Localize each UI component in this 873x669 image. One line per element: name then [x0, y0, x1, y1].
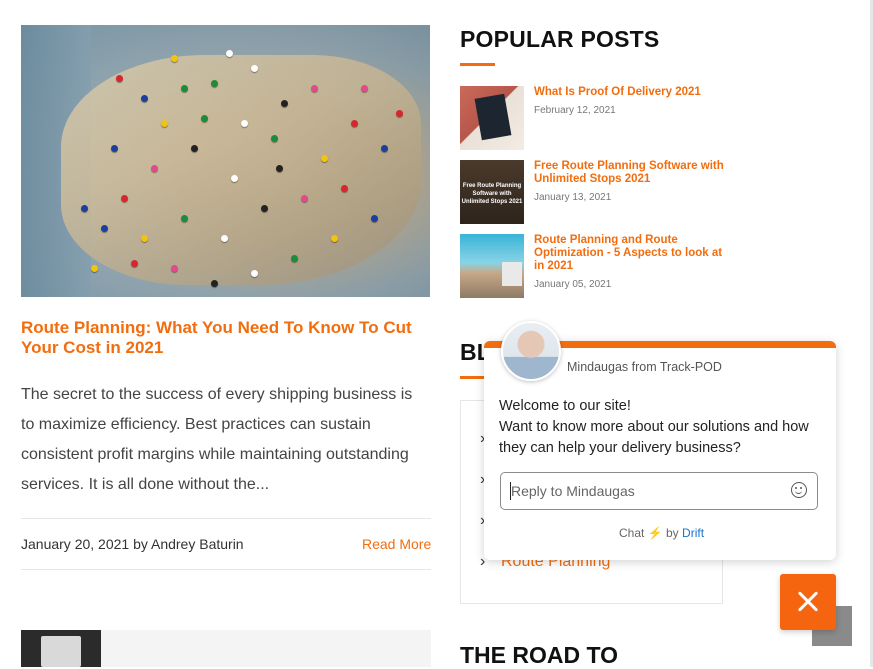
heading-accent	[460, 63, 495, 66]
map-pin	[371, 215, 378, 222]
map-pin	[271, 135, 278, 142]
map-pin	[181, 215, 188, 222]
popular-post-date: January 05, 2021	[534, 279, 612, 290]
map-pin	[116, 75, 123, 82]
map-pin	[291, 255, 298, 262]
chat-message: Welcome to our site! Want to know more a…	[499, 398, 809, 456]
popular-post-title[interactable]: Route Planning and Route Optimization - …	[534, 234, 729, 273]
powered-by[interactable]: Chat ⚡ by Drift	[619, 526, 704, 540]
post-title-link[interactable]: Route Planning: What You Need To Know To…	[21, 318, 421, 358]
map-pin	[171, 265, 178, 272]
map-pin	[181, 85, 188, 92]
map-pin	[131, 260, 138, 267]
map-pin	[81, 205, 88, 212]
post-meta: January 20, 2021 by Andrey Baturin	[21, 536, 244, 552]
map-pin	[191, 145, 198, 152]
map-pin	[231, 175, 238, 182]
popular-post-thumb[interactable]	[460, 86, 524, 150]
map-pin	[311, 85, 318, 92]
map-pin	[241, 120, 248, 127]
popular-post-date: February 12, 2021	[534, 105, 616, 116]
map-pin	[251, 270, 258, 277]
post-excerpt: The secret to the success of every shipp…	[21, 386, 413, 493]
popular-post-thumb[interactable]: Free Route Planning Software with Unlimi…	[460, 160, 524, 224]
map-pin	[171, 55, 178, 62]
divider	[21, 518, 431, 519]
popular-post-title[interactable]: Free Route Planning Software with Unlimi…	[534, 160, 729, 186]
map-pin	[251, 65, 258, 72]
map-pin	[381, 145, 388, 152]
map-pin	[121, 195, 128, 202]
next-post-image[interactable]	[21, 630, 431, 667]
next-widget-heading: THE ROAD TO	[460, 642, 619, 668]
map-pin	[161, 120, 168, 127]
map-pin	[276, 165, 283, 172]
agent-avatar	[501, 321, 561, 381]
popular-post-date: January 13, 2021	[534, 192, 612, 203]
map-pin	[141, 95, 148, 102]
lightning-icon: ⚡	[647, 526, 663, 540]
map-pin	[341, 185, 348, 192]
emoji-icon[interactable]	[791, 482, 807, 498]
map-pin	[111, 145, 118, 152]
map-pin	[396, 110, 403, 117]
chat-close-button[interactable]	[780, 574, 836, 630]
featured-post-image[interactable]	[21, 25, 430, 297]
map-pin	[211, 80, 218, 87]
map-pin	[301, 195, 308, 202]
read-more-link[interactable]: Read More	[362, 536, 431, 552]
reply-placeholder: Reply to Mindaugas	[511, 483, 635, 499]
agent-name: Mindaugas from Track-POD	[567, 360, 722, 374]
map-pin	[361, 85, 368, 92]
map-pin	[331, 235, 338, 242]
map-pin	[141, 235, 148, 242]
map-pin	[91, 265, 98, 272]
map-pin	[321, 155, 328, 162]
popular-posts-heading: POPULAR POSTS	[460, 26, 660, 52]
map-pin	[261, 205, 268, 212]
map-pin	[151, 165, 158, 172]
popular-post-title[interactable]: What Is Proof Of Delivery 2021	[534, 86, 729, 99]
map-pin	[351, 120, 358, 127]
map-pin	[281, 100, 288, 107]
chat-reply-input[interactable]: Reply to Mindaugas	[500, 472, 818, 510]
map-pin	[201, 115, 208, 122]
popular-post-thumb[interactable]	[460, 234, 524, 298]
thumb-caption: Free Route Planning Software with Unlimi…	[461, 183, 523, 205]
map-pin	[101, 225, 108, 232]
divider	[21, 569, 431, 570]
map-pin	[226, 50, 233, 57]
map-pin	[211, 280, 218, 287]
map-pin	[221, 235, 228, 242]
